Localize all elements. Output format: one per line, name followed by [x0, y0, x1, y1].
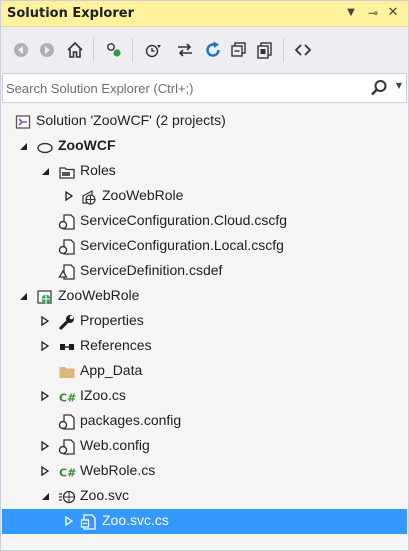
- solution-tree: Solution 'ZooWCF' (2 projects) ZooWCF Ro…: [2, 104, 407, 549]
- tree-item-web-config[interactable]: Web.config: [2, 434, 407, 459]
- home-icon[interactable]: [63, 38, 87, 62]
- show-all-files-icon[interactable]: [253, 38, 277, 62]
- config-file-icon: [58, 438, 76, 456]
- tree-item-label: ZooWebRole: [58, 287, 140, 303]
- tree-item-label: Properties: [80, 312, 144, 328]
- tree-item-label: Zoo.svc: [80, 487, 130, 503]
- tree-item-label: WebRole.cs: [80, 462, 156, 478]
- sync-active-document-icon[interactable]: [102, 38, 126, 62]
- tree-item-label: Zoo.svc.cs: [102, 512, 169, 528]
- tree-item-label: Roles: [80, 162, 116, 178]
- tree-item-zoowcf[interactable]: ZooWCF: [2, 134, 407, 159]
- tree-item-references[interactable]: References: [2, 334, 407, 359]
- config-file-icon: [58, 238, 76, 256]
- collapsed-arrow-icon[interactable]: [38, 464, 52, 478]
- search-options-chevron-down-icon[interactable]: ▼: [396, 81, 402, 90]
- window-menu-icon[interactable]: ▼: [342, 4, 360, 22]
- tree-item-label: App_Data: [80, 362, 143, 378]
- window-title: Solution Explorer: [7, 6, 134, 21]
- auto-hide-pin-icon[interactable]: ⊸: [364, 4, 382, 22]
- tree-item-app-data[interactable]: App_Data: [2, 359, 407, 384]
- csharp-file-icon: C#: [58, 388, 76, 406]
- web-project-icon: [36, 288, 54, 306]
- tree-item-label: References: [80, 337, 152, 353]
- toolbar-separator: [132, 38, 133, 62]
- web-service-icon: [58, 488, 76, 506]
- tree-item-service-configuration-local[interactable]: ServiceConfiguration.Local.cscfg: [2, 234, 407, 259]
- pending-changes-filter-icon[interactable]: [141, 38, 165, 62]
- search-icon[interactable]: [370, 79, 388, 97]
- collapsed-arrow-icon[interactable]: [38, 439, 52, 453]
- refresh-icon[interactable]: [201, 38, 225, 62]
- expanded-arrow-icon[interactable]: [16, 289, 30, 303]
- tree-item-zoowebrole-role[interactable]: ZooWebRole: [2, 184, 407, 209]
- config-file-icon: [58, 213, 76, 231]
- tree-item-zoo-svc[interactable]: Zoo.svc: [2, 484, 407, 509]
- csharp-code-file-icon: [80, 513, 98, 531]
- tree-item-zoo-svc-cs[interactable]: Zoo.svc.cs: [2, 509, 407, 534]
- roles-folder-icon: [58, 163, 76, 181]
- search-input[interactable]: [6, 78, 346, 98]
- tree-item-label: ServiceConfiguration.Cloud.cscfg: [80, 212, 287, 228]
- tree-item-label: ZooWebRole: [102, 187, 184, 203]
- tree-item-label: ZooWCF: [58, 137, 116, 153]
- expanded-arrow-icon[interactable]: [16, 139, 30, 153]
- tree-item-packages-config[interactable]: packages.config: [2, 409, 407, 434]
- svg-text:C#: C#: [59, 467, 76, 480]
- collapsed-arrow-icon[interactable]: [38, 339, 52, 353]
- csharp-file-icon: C#: [58, 463, 76, 481]
- expanded-arrow-icon[interactable]: [38, 489, 52, 503]
- config-file-icon: [58, 413, 76, 431]
- collapsed-arrow-icon[interactable]: [62, 514, 76, 528]
- toolbar-separator: [283, 38, 284, 62]
- tree-item-label: ServiceConfiguration.Local.cscfg: [80, 237, 284, 253]
- tree-item-properties[interactable]: Properties: [2, 309, 407, 334]
- toolbar-separator: [93, 38, 94, 62]
- view-code-icon[interactable]: [291, 38, 315, 62]
- search-box: ▼: [2, 73, 407, 103]
- collapsed-arrow-icon[interactable]: [38, 314, 52, 328]
- expanded-arrow-icon[interactable]: [38, 164, 52, 178]
- tree-item-service-definition[interactable]: ServiceDefinition.csdef: [2, 259, 407, 284]
- tree-item-service-configuration-cloud[interactable]: ServiceConfiguration.Cloud.cscfg: [2, 209, 407, 234]
- tree-item-izoo-cs[interactable]: C# IZoo.cs: [2, 384, 407, 409]
- tree-item-roles[interactable]: Roles: [2, 159, 407, 184]
- folder-icon: [58, 363, 76, 381]
- collapse-all-icon[interactable]: [227, 38, 251, 62]
- collapsed-arrow-icon[interactable]: [62, 189, 76, 203]
- tree-item-webrole-cs[interactable]: C# WebRole.cs: [2, 459, 407, 484]
- solution-icon: [14, 113, 32, 131]
- solution-explorer-window: Solution Explorer ▼ ⊸ ✕ Search Solution …: [0, 0, 409, 551]
- references-icon: [58, 338, 76, 356]
- forward-icon[interactable]: [35, 38, 59, 62]
- cloud-project-icon: [36, 138, 54, 156]
- tree-item-label: packages.config: [80, 412, 182, 428]
- definition-file-icon: [58, 263, 76, 281]
- tree-item-label: Solution 'ZooWCF' (2 projects): [36, 112, 226, 128]
- wrench-icon: [58, 313, 76, 331]
- back-icon[interactable]: [9, 38, 33, 62]
- toolbar: [1, 27, 408, 73]
- close-icon[interactable]: ✕: [384, 4, 402, 22]
- tree-item-solution[interactable]: Solution 'ZooWCF' (2 projects): [2, 109, 407, 134]
- tree-item-label: IZoo.cs: [80, 387, 126, 403]
- tree-item-label: ServiceDefinition.csdef: [80, 262, 223, 278]
- tree-item-zoowebrole-project[interactable]: ZooWebRole: [2, 284, 407, 309]
- sync-icon[interactable]: [173, 38, 197, 62]
- title-bar: Solution Explorer ▼ ⊸ ✕: [1, 1, 408, 27]
- web-role-icon: [80, 188, 98, 206]
- svg-text:C#: C#: [59, 392, 76, 405]
- collapsed-arrow-icon[interactable]: [38, 389, 52, 403]
- tree-item-label: Web.config: [80, 437, 150, 453]
